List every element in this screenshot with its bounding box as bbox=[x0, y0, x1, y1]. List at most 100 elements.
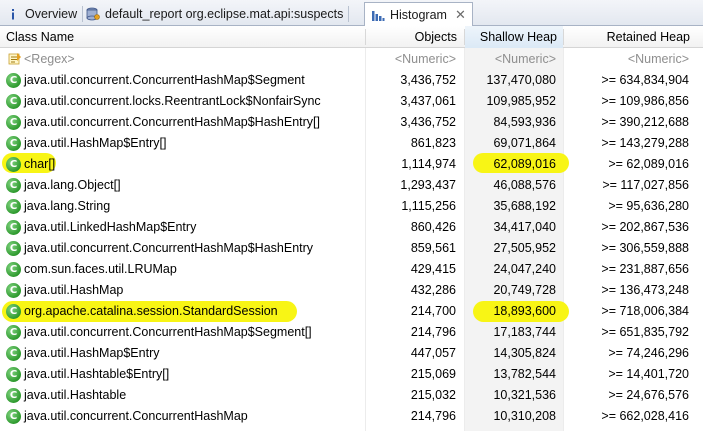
class-icon: C bbox=[6, 157, 21, 172]
info-icon bbox=[6, 7, 20, 21]
table-row[interactable]: Cjava.util.concurrent.ConcurrentHashMap$… bbox=[0, 322, 703, 343]
table-row[interactable]: Ccom.sun.faces.util.LRUMap 429,415 24,047,… bbox=[0, 259, 703, 280]
table-row[interactable]: Cjava.util.Hashtable$Entry[] 215,069 13,78… bbox=[0, 364, 703, 385]
class-icon: C bbox=[6, 304, 21, 319]
class-name-cell: char[] bbox=[24, 157, 56, 171]
tab-overview[interactable]: Overview bbox=[0, 2, 84, 26]
class-icon: C bbox=[6, 199, 21, 214]
table-row[interactable]: Cjava.util.concurrent.locks.ReentrantLoc… bbox=[0, 91, 703, 112]
table-row[interactable]: Cjava.util.Hashtable 215,032 10,321,536 >= … bbox=[0, 385, 703, 406]
class-name-cell: org.apache.catalina.session.StandardSess… bbox=[24, 304, 278, 318]
retained-heap-cell: >= 306,559,888 bbox=[601, 241, 689, 255]
class-name-cell: java.lang.String bbox=[24, 199, 111, 213]
retained-heap-cell: >= 62,089,016 bbox=[608, 157, 689, 171]
class-name-cell: java.util.Hashtable bbox=[24, 388, 127, 402]
class-icon: C bbox=[6, 388, 21, 403]
table-row[interactable]: Cjava.util.HashMap$Entry[] 861,823 69,071,… bbox=[0, 133, 703, 154]
class-icon: C bbox=[6, 136, 21, 151]
retained-heap-cell: >= 117,027,856 bbox=[602, 178, 689, 192]
class-name-cell: java.util.Hashtable$Entry[] bbox=[24, 367, 170, 381]
shallow-heap-cell: 62,089,016 bbox=[493, 157, 556, 171]
table-row[interactable]: Cjava.util.concurrent.ConcurrentHashMap$… bbox=[0, 70, 703, 91]
class-name-cell: java.util.concurrent.ConcurrentHashMap$S… bbox=[24, 73, 305, 87]
table-row[interactable]: Cchar[] 1,114,974 62,089,016 >= 62,089,016 bbox=[0, 154, 703, 175]
table-header: Class Name Objects Shallow Heap Retained… bbox=[0, 26, 703, 48]
objects-cell: 214,700 bbox=[410, 304, 456, 318]
retained-heap-cell: >= 202,867,536 bbox=[601, 220, 689, 234]
shallow-heap-cell: 109,985,952 bbox=[486, 94, 556, 108]
objects-cell: 860,426 bbox=[410, 220, 456, 234]
objects-cell: 3,436,752 bbox=[400, 73, 456, 87]
retained-heap-cell: >= 95,636,280 bbox=[608, 199, 689, 213]
table-row[interactable]: Cjava.lang.String 1,115,256 35,688,192 >= 9… bbox=[0, 196, 703, 217]
shallow-heap-cell: 14,305,824 bbox=[493, 346, 556, 360]
table-row[interactable]: Cjava.util.LinkedHashMap$Entry 860,426 34,… bbox=[0, 217, 703, 238]
retained-heap-cell: >= 143,279,288 bbox=[601, 136, 689, 150]
class-name-cell: java.util.concurrent.ConcurrentHashMap bbox=[24, 409, 248, 423]
class-name-filter-input[interactable]: <Regex> bbox=[24, 49, 75, 70]
shallow-heap-cell: 69,071,864 bbox=[493, 136, 556, 150]
shallow-heap-cell: 18,893,600 bbox=[493, 304, 556, 318]
shallow-heap-filter-input[interactable]: <Numeric> bbox=[466, 49, 556, 70]
histogram-icon bbox=[371, 8, 385, 22]
class-icon: C bbox=[6, 409, 21, 424]
tab-default-report[interactable]: default_report org.eclipse.mat.api:suspe… bbox=[80, 2, 350, 26]
column-header-objects[interactable]: Objects bbox=[366, 26, 457, 48]
shallow-heap-cell: 27,505,952 bbox=[493, 241, 556, 255]
shallow-heap-cell: 10,321,536 bbox=[493, 388, 556, 402]
class-name-cell: java.util.HashMap$Entry[] bbox=[24, 136, 167, 150]
objects-cell: 859,561 bbox=[410, 241, 456, 255]
objects-cell: 1,115,256 bbox=[401, 199, 456, 213]
retained-heap-cell: >= 390,212,688 bbox=[601, 115, 689, 129]
class-icon: C bbox=[6, 346, 21, 361]
table-row[interactable]: Cjava.util.HashMap$Entry 447,057 14,305,82… bbox=[0, 343, 703, 364]
tab-default-report-label: default_report org.eclipse.mat.api:suspe… bbox=[105, 7, 344, 21]
class-name-cell: java.util.concurrent.locks.ReentrantLock… bbox=[24, 94, 321, 108]
tab-histogram-label: Histogram bbox=[390, 8, 447, 22]
column-header-class-name[interactable]: Class Name bbox=[6, 26, 74, 48]
retained-heap-cell: >= 109,986,856 bbox=[601, 94, 689, 108]
class-name-cell: java.util.concurrent.ConcurrentHashMap$H… bbox=[24, 115, 320, 129]
shallow-heap-cell: 24,047,240 bbox=[493, 262, 556, 276]
table-row[interactable]: Cjava.util.concurrent.ConcurrentHashMap$… bbox=[0, 112, 703, 133]
objects-filter-input[interactable]: <Numeric> bbox=[366, 49, 456, 70]
editor-tab-bar: Overview default_report org.eclipse.mat.… bbox=[0, 0, 703, 27]
class-icon: C bbox=[6, 241, 21, 256]
shallow-heap-cell: 84,593,936 bbox=[493, 115, 556, 129]
tab-histogram[interactable]: Histogram ✕ bbox=[364, 2, 473, 27]
table-row[interactable]: Cjava.util.HashMap 432,286 20,749,728 >= 13… bbox=[0, 280, 703, 301]
column-header-shallow-heap[interactable]: Shallow Heap bbox=[465, 26, 563, 48]
objects-cell: 3,436,752 bbox=[400, 115, 456, 129]
objects-cell: 214,796 bbox=[410, 409, 456, 423]
shallow-heap-cell: 46,088,576 bbox=[493, 178, 556, 192]
class-icon: C bbox=[6, 367, 21, 382]
table-row[interactable]: Cjava.lang.Object[] 1,293,437 46,088,576 >=… bbox=[0, 175, 703, 196]
regex-filter-icon bbox=[8, 52, 22, 66]
retained-heap-cell: >= 74,246,296 bbox=[608, 346, 689, 360]
objects-cell: 861,823 bbox=[410, 136, 456, 150]
class-icon: C bbox=[6, 94, 21, 109]
shallow-heap-cell: 34,417,040 bbox=[493, 220, 556, 234]
column-header-retained-heap[interactable]: Retained Heap bbox=[564, 26, 690, 48]
class-icon: C bbox=[6, 220, 21, 235]
shallow-heap-cell: 35,688,192 bbox=[493, 199, 556, 213]
shallow-heap-cell: 20,749,728 bbox=[493, 283, 556, 297]
class-name-cell: java.util.HashMap$Entry bbox=[24, 346, 160, 360]
class-icon: C bbox=[6, 115, 21, 130]
objects-cell: 215,069 bbox=[410, 367, 456, 381]
class-name-cell: java.util.LinkedHashMap$Entry bbox=[24, 220, 197, 234]
table-row[interactable]: Cjava.util.concurrent.ConcurrentHashMap 2… bbox=[0, 406, 703, 427]
objects-cell: 432,286 bbox=[410, 283, 456, 297]
class-icon: C bbox=[6, 178, 21, 193]
close-icon[interactable]: ✕ bbox=[455, 7, 466, 23]
retained-heap-cell: >= 634,834,904 bbox=[601, 73, 689, 87]
objects-cell: 214,796 bbox=[410, 325, 456, 339]
retained-heap-filter-input[interactable]: <Numeric> bbox=[566, 49, 689, 70]
table-row[interactable]: Corg.apache.catalina.session.StandardSes… bbox=[0, 301, 703, 322]
objects-cell: 429,415 bbox=[410, 262, 456, 276]
class-icon: C bbox=[6, 283, 21, 298]
shallow-heap-cell: 137,470,080 bbox=[486, 73, 556, 87]
class-name-cell: com.sun.faces.util.LRUMap bbox=[24, 262, 177, 276]
retained-heap-cell: >= 24,676,576 bbox=[608, 388, 689, 402]
table-row[interactable]: Cjava.util.concurrent.ConcurrentHashMap$… bbox=[0, 238, 703, 259]
